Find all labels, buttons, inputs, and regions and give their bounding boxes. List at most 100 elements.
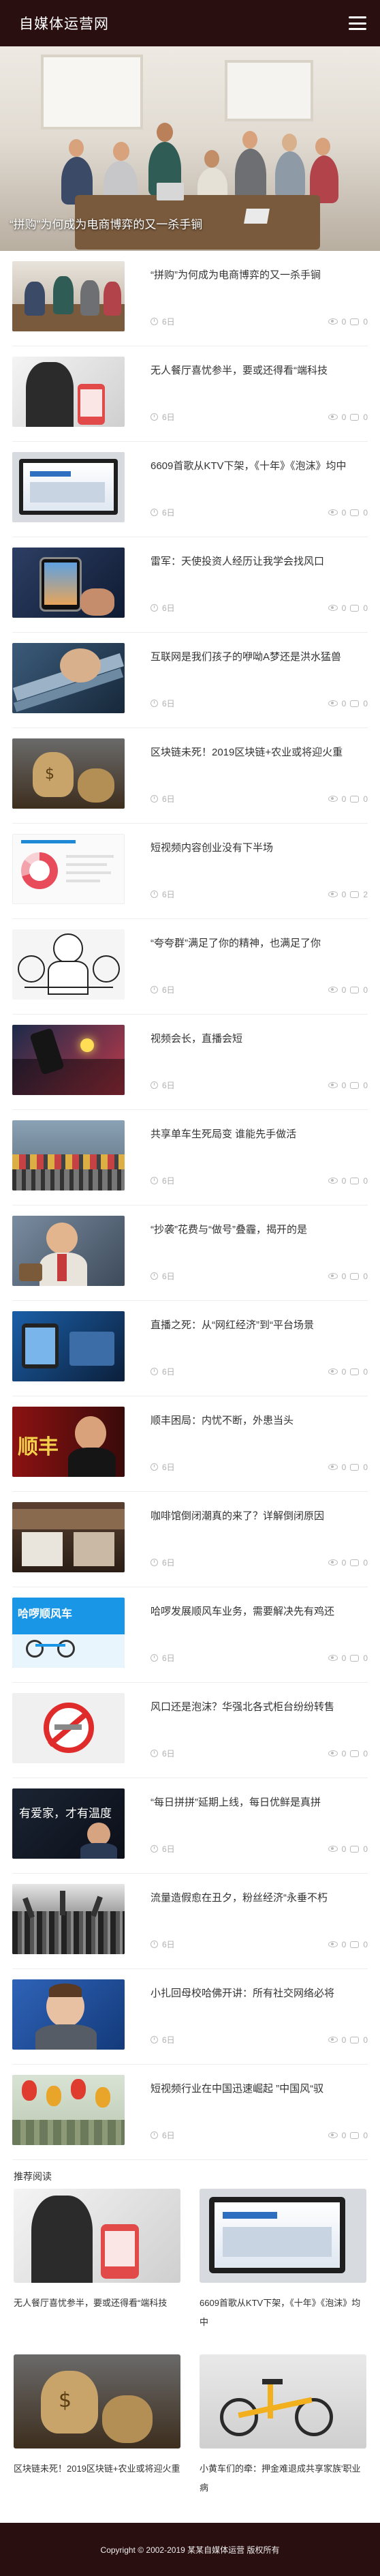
article-meta: 6日 0 0 xyxy=(151,984,368,995)
article-comments: 0 xyxy=(363,698,368,708)
article-title[interactable]: 视频会长，直播会短 xyxy=(151,1025,368,1071)
list-item[interactable]: 直播之死：从“网红经济”到“平台场景 6日 0 0 xyxy=(12,1301,368,1396)
article-thumbnail[interactable] xyxy=(12,1502,125,1572)
article-meta: 6日 0 0 xyxy=(151,316,368,327)
article-title[interactable]: 哈啰发展顺风车业务，需要解决先有鸡还 xyxy=(151,1598,368,1644)
recommend-thumbnail[interactable] xyxy=(200,2189,366,2283)
article-thumbnail[interactable] xyxy=(12,548,125,618)
article-title[interactable]: 流量造假愈在丑夕，粉丝经济“永垂不朽 xyxy=(151,1884,368,1930)
article-thumbnail[interactable] xyxy=(12,643,125,713)
article-thumbnail[interactable] xyxy=(12,261,125,331)
recommend-card[interactable]: 6609首歌从KTV下架，《十年》《泡沫》均中 xyxy=(200,2189,366,2354)
article-thumbnail[interactable] xyxy=(12,1311,125,1381)
article-title[interactable]: “抄袭”花费与“做号”叠霾，揭开的是 xyxy=(151,1216,368,1262)
article-thumbnail[interactable] xyxy=(12,1025,125,1095)
article-list: “拼购”为何成为电商博弈的又一杀手锏 6日 0 0 无人餐厅喜忧参半，要或还得看“… xyxy=(0,251,380,2160)
article-views: 0 xyxy=(341,1653,347,1663)
article-title[interactable]: 短视频行业在中国迅速崛起 ”中国风“驭 xyxy=(151,2075,368,2121)
menu-icon[interactable] xyxy=(349,16,366,30)
hero-caption[interactable]: “拼购”为何成为电商博弈的又一杀手锏 xyxy=(10,215,202,232)
article-thumbnail[interactable] xyxy=(12,2075,125,2145)
clock-icon xyxy=(151,604,158,612)
site-title[interactable]: 自媒体运营网 xyxy=(19,13,109,33)
list-item[interactable]: 顺丰 顺丰困局：内忧不断，外患当头 6日 0 0 xyxy=(12,1396,368,1492)
article-title[interactable]: 风口还是泡沫？华强北各式柜台纷纷转售 xyxy=(151,1693,368,1739)
article-thumbnail[interactable] xyxy=(12,929,125,1000)
list-item[interactable]: 共享单车生死局变 谁能先手做活 6日 0 0 xyxy=(12,1110,368,1205)
list-item[interactable]: “拼购”为何成为电商博弈的又一杀手锏 6日 0 0 xyxy=(12,251,368,346)
list-item[interactable]: “夸夸群”满足了你的精神，也满足了你 6日 0 0 xyxy=(12,919,368,1015)
article-title[interactable]: 咖啡馆倒闭潮真的来了？详解倒闭原因 xyxy=(151,1502,368,1548)
list-item[interactable]: 流量造假愈在丑夕，粉丝经济“永垂不朽 6日 0 0 xyxy=(12,1874,368,1969)
article-thumbnail[interactable] xyxy=(12,452,125,522)
recommend-title[interactable]: 无人餐厅喜忧参半，要或还得看“端科技 xyxy=(14,2294,180,2332)
article-title[interactable]: 雷军：天使投资人经历让我学会找风口 xyxy=(151,548,368,594)
article-title[interactable]: “夸夸群”满足了你的精神，也满足了你 xyxy=(151,929,368,976)
article-views: 0 xyxy=(341,1844,347,1854)
article-title[interactable]: 无人餐厅喜忧参半，要或还得看“端科技 xyxy=(151,357,368,403)
list-item[interactable]: “抄袭”花费与“做号”叠霾，揭开的是 6日 0 0 xyxy=(12,1205,368,1301)
list-item[interactable]: 小扎回母校哈佛开讲：所有社交网络必将 6日 0 0 xyxy=(12,1969,368,2065)
article-title[interactable]: 短视频内容创业没有下半场 xyxy=(151,834,368,880)
recommend-title[interactable]: 区块链未死！2019区块链+农业或将迎火重 xyxy=(14,2459,180,2498)
comment-icon xyxy=(350,1845,360,1853)
article-title[interactable]: 区块链未死！2019区块链+农业或将迎火重 xyxy=(151,738,368,785)
article-meta: 6日 0 0 xyxy=(151,602,368,614)
hero-banner[interactable]: “拼购”为何成为电商博弈的又一杀手锏 xyxy=(0,46,380,251)
list-item[interactable]: 视频会长，直播会短 6日 0 0 xyxy=(12,1015,368,1110)
article-meta: 6日 0 0 xyxy=(151,1461,368,1473)
recommend-card[interactable]: 小黄车们的牵：押金难退成共享家族'职业病 xyxy=(200,2354,366,2520)
clock-icon xyxy=(151,1368,158,1375)
list-item[interactable]: 无人餐厅喜忧参半，要或还得看“端科技 6日 0 0 xyxy=(12,346,368,442)
article-thumbnail[interactable] xyxy=(12,834,125,904)
list-item[interactable]: 有爱家，才有温度 “每日拼拼”延期上线，每日优鲜是真拼 6日 0 0 xyxy=(12,1778,368,1874)
recommend-card[interactable]: $ 区块链未死！2019区块链+农业或将迎火重 xyxy=(14,2354,180,2520)
article-thumbnail[interactable]: 有爱家，才有温度 xyxy=(12,1788,125,1859)
article-thumbnail[interactable] xyxy=(12,1120,125,1190)
article-thumbnail[interactable]: 哈啰顺风车 xyxy=(12,1598,125,1668)
article-thumbnail[interactable] xyxy=(12,1216,125,1286)
eye-icon xyxy=(328,1178,338,1184)
list-item[interactable]: 短视频内容创业没有下半场 6日 0 2 xyxy=(12,824,368,919)
article-thumbnail[interactable] xyxy=(12,357,125,427)
list-item[interactable]: 哈啰顺风车 哈啰发展顺风车业务，需要解决先有鸡还 6日 0 0 xyxy=(12,1587,368,1683)
recommend-thumbnail[interactable]: $ xyxy=(14,2354,180,2448)
article-thumbnail[interactable] xyxy=(12,1979,125,2050)
article-comments: 0 xyxy=(363,316,368,327)
list-item[interactable]: 短视频行业在中国迅速崛起 ”中国风“驭 6日 0 0 xyxy=(12,2065,368,2160)
article-title[interactable]: 6609首歌从KTV下架，《十年》《泡沫》均中 xyxy=(151,452,368,498)
article-comments: 0 xyxy=(363,507,368,518)
article-time: 6日 xyxy=(162,413,175,422)
comment-icon xyxy=(350,1654,360,1662)
article-title[interactable]: 顺丰困局：内忧不断，外患当头 xyxy=(151,1407,368,1453)
article-meta: 6日 0 0 xyxy=(151,1748,368,1759)
article-comments: 0 xyxy=(363,1175,368,1186)
list-item[interactable]: $ 区块链未死！2019区块链+农业或将迎火重 6日 0 0 xyxy=(12,728,368,824)
list-item[interactable]: 风口还是泡沫？华强北各式柜台纷纷转售 6日 0 0 xyxy=(12,1683,368,1778)
recommend-thumbnail[interactable] xyxy=(14,2189,180,2283)
list-item[interactable]: 互联网是我们孩子的咿呦A梦还是洪水猛兽 6日 0 0 xyxy=(12,633,368,728)
comment-icon xyxy=(350,890,360,898)
article-title[interactable]: 共享单车生死局变 谁能先手做活 xyxy=(151,1120,368,1167)
article-thumbnail[interactable] xyxy=(12,1693,125,1763)
clock-icon xyxy=(151,1654,158,1662)
article-time: 6日 xyxy=(162,2035,175,2045)
recommend-title[interactable]: 小黄车们的牵：押金难退成共享家族'职业病 xyxy=(200,2459,366,2498)
article-thumbnail[interactable] xyxy=(12,1884,125,1954)
article-title[interactable]: “拼购”为何成为电商博弈的又一杀手锏 xyxy=(151,261,368,308)
list-item[interactable]: 雷军：天使投资人经历让我学会找风口 6日 0 0 xyxy=(12,537,368,633)
article-title[interactable]: 小扎回母校哈佛开讲：所有社交网络必将 xyxy=(151,1979,368,2026)
article-thumbnail[interactable]: $ xyxy=(12,738,125,809)
recommend-thumbnail[interactable] xyxy=(200,2354,366,2448)
clock-icon xyxy=(151,1559,158,1566)
article-title[interactable]: 互联网是我们孩子的咿呦A梦还是洪水猛兽 xyxy=(151,643,368,689)
list-item[interactable]: 6609首歌从KTV下架，《十年》《泡沫》均中 6日 0 0 xyxy=(12,442,368,537)
recommend-title[interactable]: 6609首歌从KTV下架，《十年》《泡沫》均中 xyxy=(200,2294,366,2332)
recommend-card[interactable]: 无人餐厅喜忧参半，要或还得看“端科技 xyxy=(14,2189,180,2354)
article-thumbnail[interactable]: 顺丰 xyxy=(12,1407,125,1477)
list-item[interactable]: 咖啡馆倒闭潮真的来了？详解倒闭原因 6日 0 0 xyxy=(12,1492,368,1587)
article-time: 6日 xyxy=(162,1463,175,1472)
article-title[interactable]: 直播之死：从“网红经济”到“平台场景 xyxy=(151,1311,368,1358)
article-comments: 0 xyxy=(363,603,368,613)
article-title[interactable]: “每日拼拼”延期上线，每日优鲜是真拼 xyxy=(151,1788,368,1835)
